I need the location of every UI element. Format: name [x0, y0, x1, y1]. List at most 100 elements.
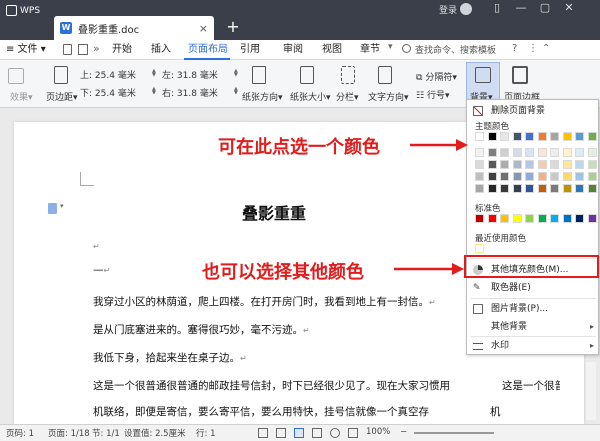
theme-color-swatch[interactable] — [525, 148, 534, 157]
theme-color-swatch[interactable] — [500, 160, 509, 169]
margin-left-field[interactable]: 左: 31.8 毫米 — [162, 68, 218, 81]
theme-color-swatch[interactable] — [475, 172, 484, 181]
save-icon[interactable] — [63, 44, 72, 55]
theme-color-swatch[interactable] — [475, 184, 484, 193]
theme-color-swatch[interactable] — [525, 172, 534, 181]
standard-color-swatch[interactable] — [500, 214, 509, 223]
theme-color-swatch[interactable] — [575, 148, 584, 157]
print-icon[interactable] — [78, 44, 88, 55]
page-border-button[interactable] — [512, 66, 528, 84]
theme-color-swatch[interactable] — [500, 184, 509, 193]
theme-color-swatch[interactable] — [550, 132, 559, 141]
doc-paragraph[interactable]: 是从门底塞进来的。塞得很巧妙，毫不污迹。↵ — [93, 322, 310, 337]
theme-color-swatch[interactable] — [525, 160, 534, 169]
theme-color-swatch[interactable] — [537, 132, 547, 141]
doc-paragraph-right[interactable]: 这是一个很普 — [502, 378, 560, 393]
standard-color-swatch[interactable] — [562, 214, 572, 223]
tab-insert[interactable]: 插入 — [151, 40, 171, 60]
more-icon[interactable]: » — [93, 42, 100, 55]
picture-background-item[interactable]: 图片背景(P)... — [467, 300, 600, 318]
theme-color-swatch[interactable] — [562, 148, 572, 157]
other-background-item[interactable]: 其他背景 ▸ — [467, 318, 600, 336]
search-icon[interactable] — [402, 44, 411, 53]
watermark-item[interactable]: 水印 ▸ — [467, 337, 600, 355]
theme-color-swatch[interactable] — [475, 132, 484, 141]
zoom-slider[interactable] — [414, 432, 494, 434]
doc-paragraph-right[interactable]: 机 — [490, 404, 510, 419]
file-menu[interactable]: ≡ 文件 ▾ — [6, 40, 46, 60]
tab-references[interactable]: 引用 — [240, 40, 260, 60]
theme-color-swatch[interactable] — [587, 132, 597, 141]
help-icon[interactable]: ? — [512, 43, 517, 54]
theme-color-swatch[interactable] — [587, 160, 597, 169]
theme-color-swatch[interactable] — [487, 184, 497, 193]
theme-color-swatch[interactable] — [537, 172, 547, 181]
collapse-ribbon-icon[interactable]: ⌃ — [542, 43, 550, 54]
theme-color-swatch[interactable] — [537, 184, 547, 193]
delete-background-item[interactable]: 删除页面背景 — [467, 102, 600, 120]
vertical-scrollbar[interactable] — [586, 362, 596, 420]
orientation-button[interactable] — [252, 66, 266, 84]
tab-view[interactable]: 视图 — [322, 40, 342, 60]
wps-logo[interactable]: WPS — [6, 5, 40, 16]
margin-top-stepper[interactable]: ▲ ▼ — [152, 69, 159, 78]
doc-dash-line[interactable]: —↵ — [93, 264, 110, 276]
ribbon-more-icon[interactable]: ▾ — [388, 42, 393, 52]
standard-color-swatch[interactable] — [537, 214, 547, 223]
doc-paragraph[interactable]: 我低下身，拾起来坐在桌子边。↵ — [93, 350, 247, 365]
standard-color-swatch[interactable] — [475, 214, 484, 223]
theme-color-swatch[interactable] — [487, 148, 497, 157]
new-tab-button[interactable]: + — [222, 16, 244, 38]
view-mode-icon[interactable] — [312, 428, 322, 438]
standard-color-swatch[interactable] — [550, 214, 559, 223]
theme-color-swatch[interactable] — [562, 160, 572, 169]
document-title[interactable]: 叠影重重 — [242, 200, 306, 224]
standard-color-swatch[interactable] — [525, 214, 534, 223]
skin-button[interactable]: ▯ — [486, 0, 508, 16]
theme-color-swatch[interactable] — [487, 132, 497, 141]
margin-left-stepper[interactable]: ▲ ▼ — [234, 69, 241, 78]
theme-color-swatch[interactable] — [512, 132, 522, 141]
status-page-number[interactable]: 页码: 1 — [6, 427, 34, 439]
margin-bottom-field[interactable]: 下: 25.4 毫米 — [80, 86, 136, 99]
theme-color-swatch[interactable] — [512, 148, 522, 157]
theme-color-swatch[interactable] — [512, 172, 522, 181]
section-break-button[interactable]: ⧉ 分隔符▾ — [416, 70, 457, 83]
theme-color-swatch[interactable] — [500, 172, 509, 181]
view-mode-icon[interactable] — [258, 428, 268, 438]
standard-color-swatch[interactable] — [575, 214, 584, 223]
theme-color-swatch[interactable] — [587, 184, 597, 193]
maximize-button[interactable]: ▢ — [534, 0, 556, 16]
theme-color-swatch[interactable] — [512, 184, 522, 193]
status-row[interactable]: 行: 1 — [196, 427, 215, 439]
view-mode-icon[interactable] — [276, 428, 286, 438]
page-view-icon[interactable] — [294, 428, 304, 438]
theme-color-swatch[interactable] — [487, 172, 497, 181]
theme-color-swatch[interactable] — [562, 184, 572, 193]
command-search-input[interactable]: 查找命令、搜索模板 — [415, 43, 496, 56]
paragraph-layout-icon[interactable] — [48, 203, 57, 214]
tab-home[interactable]: 开始 — [112, 40, 132, 60]
standard-color-swatch[interactable] — [587, 214, 597, 223]
eyedropper-item[interactable]: ✎ 取色器(E) — [467, 279, 600, 297]
document-tab[interactable]: W 叠影重重.doc × — [54, 16, 214, 40]
theme-color-swatch[interactable] — [525, 184, 534, 193]
theme-color-swatch[interactable] — [487, 160, 497, 169]
recent-color-swatch[interactable] — [475, 244, 484, 253]
theme-color-swatch[interactable] — [525, 132, 534, 141]
margin-bottom-value[interactable]: 25.4 毫米 — [95, 89, 136, 99]
read-mode-icon[interactable] — [330, 428, 340, 438]
background-button[interactable]: 背景▾ — [466, 62, 500, 104]
theme-color-swatch[interactable] — [475, 160, 484, 169]
theme-color-swatch[interactable] — [537, 160, 547, 169]
theme-color-swatch[interactable] — [512, 160, 522, 169]
theme-color-swatch[interactable] — [550, 184, 559, 193]
doc-paragraph[interactable]: 这是一个很普通很普通的邮政挂号信封，时下已经很少见了。现在大家习惯用 — [93, 378, 463, 393]
theme-color-swatch[interactable] — [500, 132, 509, 141]
options-icon[interactable]: ⋮ — [528, 43, 538, 54]
theme-color-swatch[interactable] — [500, 148, 509, 157]
zoom-out-button[interactable]: − — [400, 427, 407, 437]
status-page-count[interactable]: 页面: 1/18 — [48, 427, 90, 439]
margins-button[interactable] — [54, 66, 68, 84]
doc-paragraph[interactable]: 我穿过小区的林荫道，爬上四楼。在打开房门时，我看到地上有一封信。↵ — [93, 294, 436, 309]
